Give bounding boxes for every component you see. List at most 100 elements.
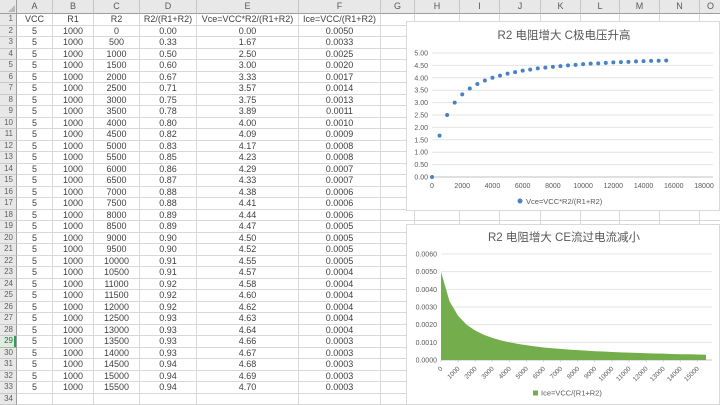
cell-C6[interactable]: 2000	[94, 72, 140, 84]
cell-K18[interactable]	[541, 210, 581, 222]
cell-E22[interactable]: 4.55	[197, 256, 299, 268]
row-header-18[interactable]: 18	[0, 210, 17, 222]
cell-A14[interactable]: 5	[17, 164, 53, 176]
scatter-point[interactable]	[453, 101, 457, 105]
cell-C1[interactable]: R2	[94, 14, 140, 26]
cell-A6[interactable]: 5	[17, 72, 53, 84]
scatter-point[interactable]	[634, 59, 638, 63]
cell-C31[interactable]: 14500	[94, 359, 140, 371]
cell-C5[interactable]: 1500	[94, 60, 140, 72]
cell-B5[interactable]: 1000	[53, 60, 94, 72]
cell-A33[interactable]: 5	[17, 382, 53, 394]
cell-A15[interactable]: 5	[17, 175, 53, 187]
cell-B4[interactable]: 1000	[53, 49, 94, 61]
row-header-12[interactable]: 12	[0, 141, 17, 153]
cell-A17[interactable]: 5	[17, 198, 53, 210]
row-header-19[interactable]: 19	[0, 221, 17, 233]
cell-D33[interactable]: 0.94	[140, 382, 197, 394]
cell-A24[interactable]: 5	[17, 279, 53, 291]
cell-A20[interactable]: 5	[17, 233, 53, 245]
cell-F25[interactable]: 0.0004	[299, 290, 381, 302]
legend-label[interactable]: Ice=VCC/(R1+R2)	[541, 389, 602, 398]
scatter-point[interactable]	[574, 63, 578, 67]
cell-A12[interactable]: 5	[17, 141, 53, 153]
cell-D18[interactable]: 0.89	[140, 210, 197, 222]
scatter-point[interactable]	[543, 66, 547, 70]
cell-B17[interactable]: 1000	[53, 198, 94, 210]
cell-B28[interactable]: 1000	[53, 325, 94, 337]
cell-D28[interactable]: 0.93	[140, 325, 197, 337]
scatter-point[interactable]	[521, 69, 525, 73]
cell-F21[interactable]: 0.0005	[299, 244, 381, 256]
row-header-27[interactable]: 27	[0, 313, 17, 325]
cell-F6[interactable]: 0.0017	[299, 72, 381, 84]
row-header-5[interactable]: 5	[0, 60, 17, 72]
cell-F1[interactable]: Ice=VCC/(R1+R2)	[299, 14, 381, 26]
cell-D29[interactable]: 0.93	[140, 336, 197, 348]
cell-D24[interactable]: 0.92	[140, 279, 197, 291]
cell-B18[interactable]: 1000	[53, 210, 94, 222]
cell-H18[interactable]	[415, 210, 460, 222]
cell-E34[interactable]	[197, 394, 299, 405]
cell-B22[interactable]: 1000	[53, 256, 94, 268]
cell-N18[interactable]	[660, 210, 700, 222]
row-header-34[interactable]: 34	[0, 394, 17, 405]
row-header-33[interactable]: 33	[0, 382, 17, 394]
cell-B14[interactable]: 1000	[53, 164, 94, 176]
cell-A1[interactable]: VCC	[17, 14, 53, 26]
col-header-A[interactable]: A	[17, 0, 53, 14]
cell-A10[interactable]: 5	[17, 118, 53, 130]
scatter-point[interactable]	[490, 76, 494, 80]
cell-C17[interactable]: 7500	[94, 198, 140, 210]
cell-E31[interactable]: 4.68	[197, 359, 299, 371]
scatter-point[interactable]	[445, 113, 449, 117]
cell-E15[interactable]: 4.33	[197, 175, 299, 187]
cell-E1[interactable]: Vce=VCC*R2/(R1+R2)	[197, 14, 299, 26]
cell-B12[interactable]: 1000	[53, 141, 94, 153]
row-header-20[interactable]: 20	[0, 233, 17, 245]
cell-E25[interactable]: 4.60	[197, 290, 299, 302]
cell-C21[interactable]: 9500	[94, 244, 140, 256]
cell-E20[interactable]: 4.50	[197, 233, 299, 245]
scatter-point[interactable]	[611, 60, 615, 64]
cell-E23[interactable]: 4.57	[197, 267, 299, 279]
scatter-point[interactable]	[619, 60, 623, 64]
cell-C23[interactable]: 10500	[94, 267, 140, 279]
cell-D32[interactable]: 0.94	[140, 371, 197, 383]
cell-E27[interactable]: 4.63	[197, 313, 299, 325]
col-header-J[interactable]: J	[500, 0, 541, 14]
cell-F10[interactable]: 0.0010	[299, 118, 381, 130]
cell-F22[interactable]: 0.0005	[299, 256, 381, 268]
cell-I18[interactable]	[460, 210, 500, 222]
cell-A34[interactable]	[17, 394, 53, 405]
col-header-I[interactable]: I	[460, 0, 500, 14]
cell-F13[interactable]: 0.0008	[299, 152, 381, 164]
cell-F2[interactable]: 0.0050	[299, 26, 381, 38]
legend-marker-icon[interactable]	[533, 391, 538, 396]
scatter-chart-frame[interactable]: 0.000.501.001.502.002.503.003.504.004.50…	[406, 21, 720, 211]
row-header-25[interactable]: 25	[0, 290, 17, 302]
cell-B2[interactable]: 1000	[53, 26, 94, 38]
cell-E21[interactable]: 4.52	[197, 244, 299, 256]
scatter-point[interactable]	[649, 59, 653, 63]
cell-C14[interactable]: 6000	[94, 164, 140, 176]
row-header-26[interactable]: 26	[0, 302, 17, 314]
cell-E30[interactable]: 4.67	[197, 348, 299, 360]
cell-A16[interactable]: 5	[17, 187, 53, 199]
cell-A13[interactable]: 5	[17, 152, 53, 164]
cell-A11[interactable]: 5	[17, 129, 53, 141]
cell-F14[interactable]: 0.0007	[299, 164, 381, 176]
cell-B24[interactable]: 1000	[53, 279, 94, 291]
cell-F27[interactable]: 0.0004	[299, 313, 381, 325]
col-header-M[interactable]: M	[620, 0, 660, 14]
row-header-14[interactable]: 14	[0, 164, 17, 176]
cell-D2[interactable]: 0.00	[140, 26, 197, 38]
cell-E24[interactable]: 4.58	[197, 279, 299, 291]
cell-D26[interactable]: 0.92	[140, 302, 197, 314]
cell-C16[interactable]: 7000	[94, 187, 140, 199]
cell-F33[interactable]: 0.0003	[299, 382, 381, 394]
cell-E2[interactable]: 0.00	[197, 26, 299, 38]
row-header-17[interactable]: 17	[0, 198, 17, 210]
cell-D15[interactable]: 0.87	[140, 175, 197, 187]
cell-B13[interactable]: 1000	[53, 152, 94, 164]
